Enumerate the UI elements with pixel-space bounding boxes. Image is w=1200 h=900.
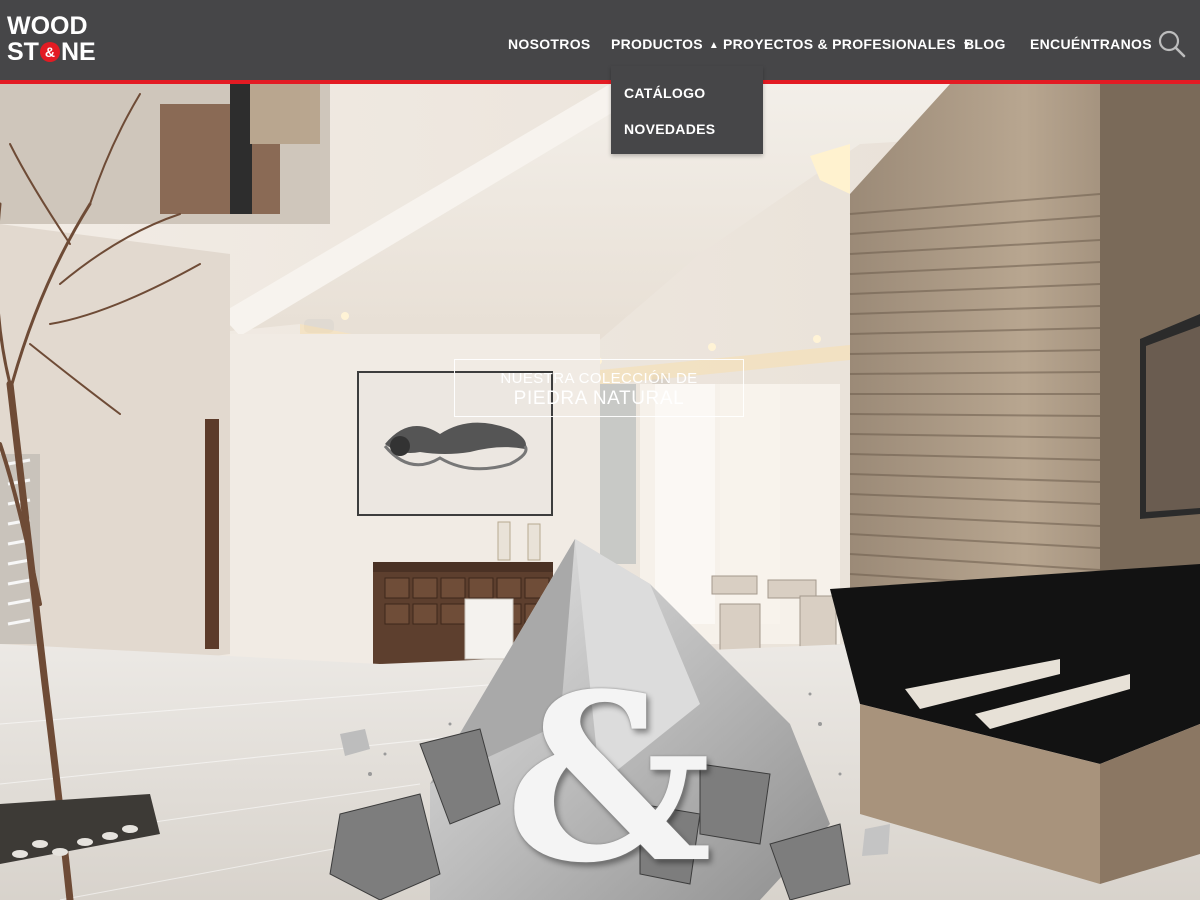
dropdown-item-novedades[interactable]: NOVEDADES	[624, 121, 715, 137]
caret-up-icon: ▲	[708, 40, 720, 51]
marble-ampersand-graphic: &	[505, 644, 713, 900]
header-accent-line	[0, 80, 1200, 84]
collection-line-1: NUESTRA COLECCIÓN DE	[500, 370, 698, 387]
nav-item-proyectos-profesionales[interactable]: PROYECTOS & PROFESIONALES ▼	[723, 36, 972, 52]
productos-dropdown-menu: CATÁLOGO NOVEDADES	[611, 66, 763, 154]
nav-item-encuentranos[interactable]: ENCUÉNTRANOS	[1030, 36, 1152, 52]
wood-and-stone-logo[interactable]: WOOD ST & NE	[7, 14, 102, 68]
nav-item-nosotros[interactable]: NOSOTROS	[508, 36, 591, 52]
logo-word-stone: ST & NE	[7, 38, 96, 66]
search-icon[interactable]	[1158, 30, 1186, 58]
logo-word-wood: WOOD	[7, 12, 88, 40]
hero-banner: & NUESTRA COLECCIÓN DE PIEDRA NATURAL	[0, 84, 1200, 900]
nav-item-productos[interactable]: PRODUCTOS ▲	[611, 36, 719, 52]
collection-line-2: PIEDRA NATURAL	[513, 388, 685, 409]
logo-ampersand: &	[39, 42, 60, 62]
site-header: WOOD ST & NE NOSOTROS PRODUCTOS ▲ PROYECTOS…	[0, 0, 1200, 80]
collection-callout[interactable]: NUESTRA COLECCIÓN DE PIEDRA NATURAL	[454, 359, 744, 417]
nav-item-blog[interactable]: BLOG	[964, 36, 1006, 52]
dropdown-item-catalogo[interactable]: CATÁLOGO	[624, 85, 705, 101]
